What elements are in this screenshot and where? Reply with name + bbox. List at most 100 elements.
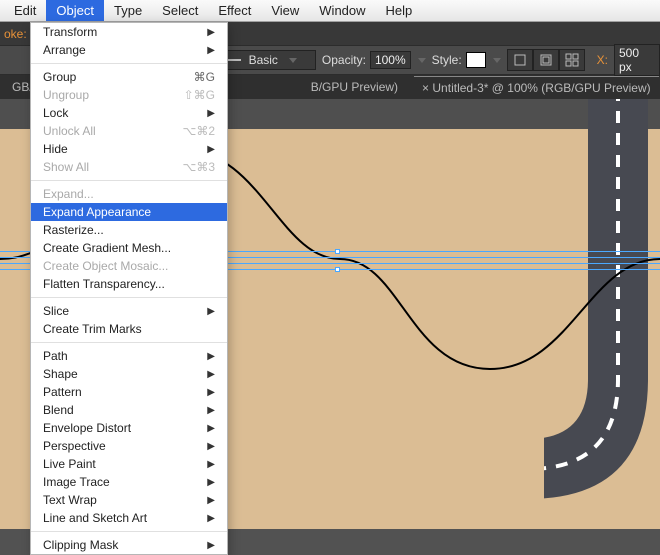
menu-item-hide[interactable]: Hide ▶: [31, 140, 227, 158]
menu-item-image-trace[interactable]: Image Trace ▶: [31, 473, 227, 491]
submenu-arrow-icon: ▶: [207, 513, 215, 524]
menu-item-arrange[interactable]: Arrange ▶: [31, 41, 227, 59]
submenu-arrow-icon: ▶: [207, 45, 215, 56]
menu-item-expand-appearance[interactable]: Expand Appearance: [31, 203, 227, 221]
isolate-button[interactable]: [533, 49, 559, 71]
menu-item-create-trim-marks[interactable]: Create Trim Marks: [31, 320, 227, 338]
submenu-arrow-icon: ▶: [207, 27, 215, 38]
style-control[interactable]: Style:: [432, 52, 501, 68]
opacity-value[interactable]: 100%: [370, 51, 411, 69]
menu-item-perspective[interactable]: Perspective ▶: [31, 437, 227, 455]
menu-separator: [31, 531, 227, 532]
menu-item-label: Text Wrap: [43, 493, 97, 507]
menu-item-label: Arrange: [43, 43, 86, 57]
submenu-arrow-icon: ▶: [207, 144, 215, 155]
tab-label: × Untitled-3* @ 100% (RGB/GPU Preview): [422, 81, 651, 95]
menu-item-label: Image Trace: [43, 475, 110, 489]
object-menu-dropdown: Transform ▶ Arrange ▶ Group ⌘G Ungroup ⇧⌘G Lock ▶…: [30, 22, 228, 555]
menu-item-show-all: Show All ⌥⌘3: [31, 158, 227, 176]
menu-item-pattern[interactable]: Pattern▶: [31, 383, 227, 401]
align-button[interactable]: [507, 49, 533, 71]
menu-separator: [31, 297, 227, 298]
submenu-arrow-icon: ▶: [207, 369, 215, 380]
menu-item-rasterize[interactable]: Rasterize...: [31, 221, 227, 239]
menu-item-envelope-distort[interactable]: Envelope Distort▶: [31, 419, 227, 437]
menu-item-create-object-mosaic: Create Object Mosaic...: [31, 257, 227, 275]
menu-item-label: Group: [43, 70, 76, 84]
brush-name: Basic: [249, 53, 278, 67]
menu-item-label: Pattern: [43, 385, 82, 399]
menu-view[interactable]: View: [261, 0, 309, 21]
menu-item-label: Shape: [43, 367, 78, 381]
menu-help[interactable]: Help: [376, 0, 423, 21]
menu-item-label: Lock: [43, 106, 68, 120]
chevron-down-icon[interactable]: [418, 58, 426, 63]
anchor-point[interactable]: [335, 267, 340, 272]
menu-item-line-and-sketch-art[interactable]: Line and Sketch Art▶: [31, 509, 227, 527]
menu-item-label: Blend: [43, 403, 74, 417]
style-label: Style:: [432, 53, 462, 67]
menu-item-create-gradient-mesh[interactable]: Create Gradient Mesh...: [31, 239, 227, 257]
menu-item-label: Clipping Mask: [43, 538, 118, 552]
style-swatch[interactable]: [466, 52, 486, 68]
menu-item-lock[interactable]: Lock ▶: [31, 104, 227, 122]
document-tab-active[interactable]: × Untitled-3* @ 100% (RGB/GPU Preview): [414, 76, 659, 99]
x-value-field[interactable]: 500 px: [614, 44, 660, 76]
menu-item-slice[interactable]: Slice▶: [31, 302, 227, 320]
menu-edit[interactable]: Edit: [4, 0, 46, 21]
menu-item-unlock-all: Unlock All⌥⌘2: [31, 122, 227, 140]
menu-item-path[interactable]: Path▶: [31, 347, 227, 365]
submenu-arrow-icon: ▶: [207, 405, 215, 416]
opacity-control[interactable]: Opacity: 100%: [322, 51, 426, 69]
menu-item-label: Show All: [43, 160, 89, 174]
submenu-arrow-icon: ▶: [207, 459, 215, 470]
opacity-label: Opacity:: [322, 53, 366, 67]
menu-item-clipping-mask[interactable]: Clipping Mask▶: [31, 536, 227, 554]
menu-item-expand: Expand...: [31, 185, 227, 203]
menu-item-label: Ungroup: [43, 88, 89, 102]
menu-item-label: Live Paint: [43, 457, 96, 471]
menu-item-ungroup: Ungroup ⇧⌘G: [31, 86, 227, 104]
menu-item-label: Unlock All: [43, 124, 96, 138]
menu-effect[interactable]: Effect: [208, 0, 261, 21]
menu-item-label: Expand Appearance: [43, 205, 151, 219]
menu-shortcut: ⌥⌘3: [182, 160, 215, 174]
submenu-arrow-icon: ▶: [207, 441, 215, 452]
menu-item-blend[interactable]: Blend ▶: [31, 401, 227, 419]
menu-window[interactable]: Window: [309, 0, 375, 21]
menu-item-label: Envelope Distort: [43, 421, 131, 435]
anchor-point[interactable]: [335, 249, 340, 254]
menu-item-label: Slice: [43, 304, 69, 318]
chevron-down-icon[interactable]: [493, 58, 501, 63]
menu-item-label: Transform: [43, 25, 97, 39]
align-button-group: [507, 49, 585, 71]
menu-separator: [31, 180, 227, 181]
menu-select[interactable]: Select: [152, 0, 208, 21]
menu-item-text-wrap[interactable]: Text Wrap ▶: [31, 491, 227, 509]
menu-item-label: Hide: [43, 142, 68, 156]
menu-separator: [31, 342, 227, 343]
menu-type[interactable]: Type: [104, 0, 152, 21]
menu-item-label: Perspective: [43, 439, 106, 453]
menu-item-label: Create Trim Marks: [43, 322, 142, 336]
menu-object[interactable]: Object: [46, 0, 104, 21]
menu-item-transform[interactable]: Transform ▶: [31, 23, 227, 41]
submenu-arrow-icon: ▶: [207, 108, 215, 119]
chevron-down-icon: [289, 58, 297, 63]
document-tab[interactable]: B/GPU Preview): [303, 76, 406, 98]
transform-button[interactable]: [559, 49, 585, 71]
stroke-label: oke:: [4, 27, 27, 41]
tab-label: B/GPU Preview): [311, 80, 398, 94]
menu-item-flatten-transparency[interactable]: Flatten Transparency...: [31, 275, 227, 293]
menubar: EditObjectTypeSelectEffectViewWindowHelp: [0, 0, 660, 22]
submenu-arrow-icon: ▶: [207, 477, 215, 488]
menu-item-group[interactable]: Group ⌘G: [31, 68, 227, 86]
menu-item-label: Create Gradient Mesh...: [43, 241, 171, 255]
menu-item-shape[interactable]: Shape ▶: [31, 365, 227, 383]
menu-shortcut: ⌘G: [194, 70, 215, 84]
menu-item-label: Path: [43, 349, 68, 363]
menu-shortcut: ⇧⌘G: [184, 88, 215, 102]
menu-item-label: Rasterize...: [43, 223, 104, 237]
menu-item-live-paint[interactable]: Live Paint ▶: [31, 455, 227, 473]
submenu-arrow-icon: ▶: [207, 495, 215, 506]
